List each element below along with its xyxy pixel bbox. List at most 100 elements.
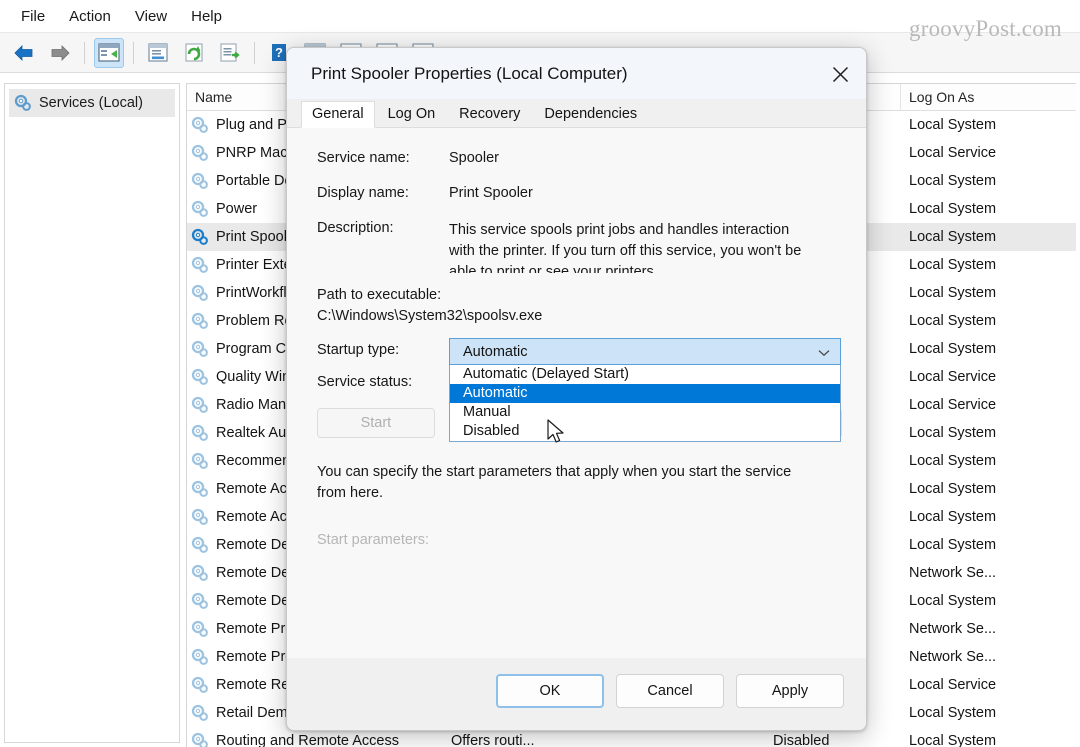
- service-name-row: Service name: Spooler: [317, 150, 842, 166]
- cancel-button[interactable]: Cancel: [616, 674, 724, 708]
- service-gear-icon: [191, 508, 208, 525]
- show-hide-console-tree-icon[interactable]: [94, 37, 124, 68]
- start-parameters-label: Start parameters:: [317, 532, 430, 548]
- dropdown-option[interactable]: Manual: [450, 403, 840, 422]
- service-gear-icon: [191, 312, 208, 329]
- cell-logon-as: Local System: [909, 341, 997, 357]
- dialog-footer: OK Cancel Apply: [287, 658, 866, 724]
- startup-type-selected-value: Automatic: [463, 343, 528, 360]
- service-gear-icon: [191, 564, 208, 581]
- cell-startup-type: Disabled: [773, 733, 830, 747]
- description-label: Description:: [317, 220, 394, 236]
- cell-logon-as: Local System: [909, 705, 997, 721]
- service-gear-icon: [191, 116, 208, 133]
- cell-logon-as: Local System: [909, 509, 997, 525]
- service-gear-icon: [191, 368, 208, 385]
- service-gear-icon: [191, 592, 208, 609]
- path-to-executable-label: Path to executable:: [317, 287, 442, 303]
- menu-item-file[interactable]: File: [10, 4, 56, 29]
- service-gear-icon: [191, 396, 208, 413]
- service-gear-icon: [191, 648, 208, 665]
- display-name-value: Print Spooler: [449, 185, 533, 201]
- properties-icon[interactable]: [143, 38, 173, 68]
- service-gear-icon: [191, 732, 208, 747]
- back-arrow-icon[interactable]: [9, 38, 39, 68]
- sidebar-item-services-local[interactable]: Services (Local): [9, 89, 175, 117]
- dialog-tabs: General Log On Recovery Dependencies: [287, 100, 866, 128]
- cell-logon-as: Local System: [909, 229, 997, 245]
- services-console-window: File Action View Help ? groovyPost.com S…: [0, 0, 1080, 747]
- toolbar-separator: [84, 41, 85, 64]
- path-to-executable-value: C:\Windows\System32\spoolsv.exe: [317, 308, 543, 324]
- cell-logon-as: Local Service: [909, 145, 997, 161]
- service-name-label: Service name:: [317, 150, 410, 166]
- apply-button[interactable]: Apply: [736, 674, 844, 708]
- service-gear-icon: [191, 172, 208, 189]
- description-value: This service spools print jobs and handl…: [449, 222, 802, 273]
- tab-dependencies[interactable]: Dependencies: [533, 101, 648, 128]
- service-status-label: Service status:: [317, 374, 413, 390]
- dropdown-option[interactable]: Automatic: [450, 384, 840, 403]
- cell-logon-as: Local System: [909, 593, 997, 609]
- cell-logon-as: Local System: [909, 313, 997, 329]
- dialog-title: Print Spooler Properties (Local Computer…: [311, 63, 628, 83]
- cell-logon-as: Local System: [909, 257, 997, 273]
- cell-logon-as: Local System: [909, 481, 997, 497]
- cell-logon-as: Local Service: [909, 677, 997, 693]
- dropdown-option[interactable]: Disabled: [450, 422, 840, 441]
- cell-logon-as: Local Service: [909, 369, 997, 385]
- general-tab-panel: Service name: Spooler Display name: Prin…: [287, 128, 866, 658]
- tab-log-on[interactable]: Log On: [377, 101, 447, 128]
- cell-logon-as: Network Se...: [909, 621, 997, 637]
- svg-text:?: ?: [275, 45, 283, 60]
- ok-button[interactable]: OK: [496, 674, 604, 708]
- cell-service-name: Routing and Remote Access: [187, 732, 443, 747]
- dialog-title-bar: Print Spooler Properties (Local Computer…: [287, 48, 866, 100]
- menu-item-action[interactable]: Action: [58, 4, 122, 29]
- display-name-row: Display name: Print Spooler: [317, 185, 842, 201]
- cell-logon-as: Network Se...: [909, 649, 997, 665]
- export-list-icon[interactable]: [215, 38, 245, 68]
- service-gear-icon: [191, 536, 208, 553]
- services-gear-icon: [14, 94, 31, 111]
- start-parameters-help-text: You can specify the start parameters tha…: [317, 464, 792, 501]
- cell-logon-as: Local System: [909, 285, 997, 301]
- display-name-label: Display name:: [317, 185, 409, 201]
- cell-logon-as: Local System: [909, 425, 997, 441]
- service-gear-icon: [191, 284, 208, 301]
- cell-logon-as: Local System: [909, 173, 997, 189]
- service-gear-icon: [191, 676, 208, 693]
- console-tree-pane: Services (Local): [4, 83, 180, 743]
- startup-type-dropdown-list[interactable]: Automatic (Delayed Start) Automatic Manual…: [449, 365, 841, 442]
- refresh-icon[interactable]: [179, 38, 209, 68]
- service-gear-icon: [191, 480, 208, 497]
- menu-item-help[interactable]: Help: [180, 4, 233, 29]
- service-gear-icon: [191, 228, 208, 245]
- service-gear-icon: [191, 452, 208, 469]
- dropdown-option[interactable]: Automatic (Delayed Start): [450, 365, 840, 384]
- cell-logon-as: Local System: [909, 201, 997, 217]
- startup-type-combobox[interactable]: Automatic: [449, 338, 841, 365]
- cell-logon-as: Local Service: [909, 397, 997, 413]
- toolbar-separator: [254, 41, 255, 64]
- service-gear-icon: [191, 704, 208, 721]
- groovypost-watermark: groovyPost.com: [909, 16, 1062, 41]
- menu-item-view[interactable]: View: [124, 4, 178, 29]
- print-spooler-properties-dialog: Print Spooler Properties (Local Computer…: [286, 47, 867, 731]
- tab-recovery[interactable]: Recovery: [448, 101, 531, 128]
- path-to-executable-block: Path to executable: C:\Windows\System32\…: [317, 287, 842, 324]
- cell-logon-as: Local System: [909, 537, 997, 553]
- column-header-logon-as[interactable]: Log On As: [901, 84, 1071, 110]
- cell-description: Offers routi...: [451, 733, 535, 747]
- service-gear-icon: [191, 340, 208, 357]
- toolbar-separator: [133, 41, 134, 64]
- cell-logon-as: Local System: [909, 117, 997, 133]
- cell-logon-as: Local System: [909, 733, 997, 747]
- close-icon[interactable]: [814, 48, 866, 100]
- tab-general[interactable]: General: [301, 101, 375, 128]
- startup-type-label: Startup type:: [317, 342, 400, 358]
- forward-arrow-icon[interactable]: [45, 38, 75, 68]
- service-gear-icon: [191, 200, 208, 217]
- cell-logon-as: Local System: [909, 453, 997, 469]
- service-gear-icon: [191, 256, 208, 273]
